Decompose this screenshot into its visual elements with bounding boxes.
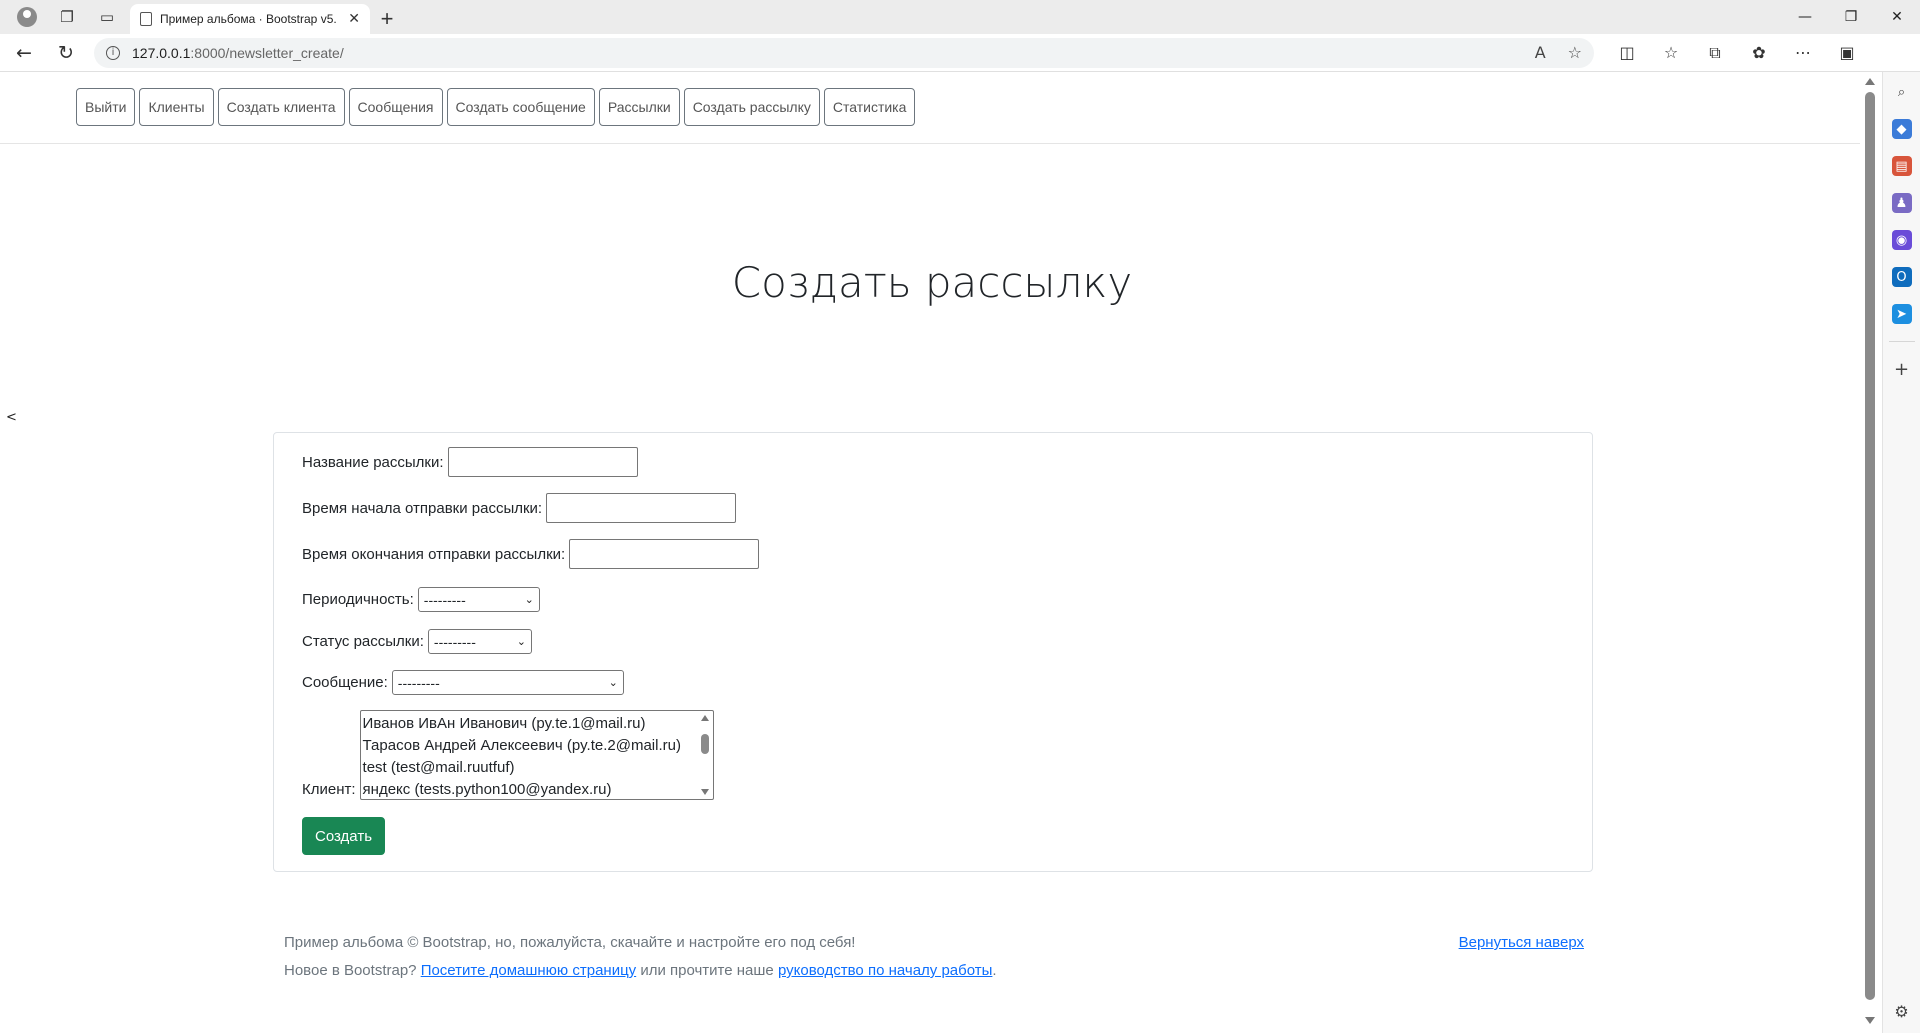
favorites-icon[interactable]: ☆ [1656, 43, 1686, 63]
footer-suffix: . [992, 962, 997, 979]
browser-tab-active[interactable]: Пример альбома · Bootstrap v5. ✕ [130, 4, 370, 34]
address-bar: ← ↻ i 127.0.0.1:8000/newsletter_create/ … [0, 34, 1920, 72]
workspaces-icon[interactable]: ❐ [50, 2, 84, 32]
page-content: Выйти Клиенты Создать клиента Сообщения … [0, 72, 1860, 1033]
outlook-icon[interactable]: O [1891, 267, 1912, 287]
chevron-down-icon: ⌄ [516, 635, 526, 648]
client-option[interactable]: Тарасов Андрей Алексеевич (py.te.2@mail.… [363, 735, 713, 757]
client-option[interactable]: Иванов ИвАн Иванович (py.te.1@mail.ru) [363, 713, 713, 735]
shopping-tag-icon[interactable]: ◆ [1891, 119, 1912, 139]
client-label: Клиент: [302, 781, 356, 798]
scroll-thumb[interactable] [700, 734, 709, 754]
create-button[interactable]: Создать [302, 817, 386, 855]
nav-create-newsletter-button[interactable]: Создать рассылку [683, 88, 820, 126]
url-host: 127.0.0.1 [132, 44, 191, 61]
top-navigation: Выйти Клиенты Создать клиента Сообщения … [0, 72, 1860, 144]
read-aloud-icon[interactable]: A [1535, 43, 1546, 62]
end-time-label: Время окончания отправки рассылки: [302, 545, 566, 563]
tools-icon[interactable]: ▤ [1891, 156, 1912, 176]
profile-icon[interactable] [10, 2, 44, 32]
nav-statistics-button[interactable]: Статистика [823, 88, 916, 126]
scroll-up-icon[interactable] [1865, 78, 1875, 85]
period-row: Периодичность: --------- ⌄ [302, 587, 540, 612]
site-info-icon[interactable]: i [106, 45, 120, 60]
scroll-down-icon[interactable] [1865, 1017, 1875, 1024]
nav-messages-button[interactable]: Сообщения [348, 88, 443, 126]
name-input[interactable] [447, 447, 638, 477]
footer-line-2: Новое в Bootstrap? Посетите домашнюю стр… [284, 962, 997, 979]
chevron-down-icon: ⌄ [608, 676, 618, 689]
sidebar-toggle-icon[interactable]: ▣ [1832, 43, 1862, 63]
client-option[interactable]: test (test@mail.ruutfuf) [363, 757, 713, 779]
period-label: Периодичность: [302, 591, 414, 608]
sidebar-divider [1888, 341, 1915, 342]
close-tab-icon[interactable]: ✕ [348, 11, 360, 27]
end-time-row: Время окончания отправки рассылки: [302, 539, 760, 569]
url-path: :8000/newsletter_create/ [190, 44, 344, 61]
start-time-label: Время начала отправки рассылки: [302, 499, 543, 517]
period-select[interactable]: --------- ⌄ [417, 587, 540, 612]
games-icon[interactable]: ♟ [1891, 193, 1912, 213]
status-select-value: --------- [433, 633, 476, 650]
more-menu-icon[interactable]: ⋯ [1788, 43, 1818, 63]
minimize-icon[interactable]: — [1782, 0, 1828, 34]
name-label: Название рассылки: [302, 453, 444, 471]
close-window-icon[interactable]: ✕ [1874, 0, 1920, 34]
url-field[interactable]: i 127.0.0.1:8000/newsletter_create/ A ☆ [94, 37, 1594, 68]
nav-clients-button[interactable]: Клиенты [139, 88, 214, 126]
getting-started-link[interactable]: руководство по началу работы [778, 962, 992, 979]
footer-prefix: Новое в Bootstrap? [284, 962, 421, 979]
message-select-value: --------- [397, 674, 440, 691]
page-title: Создать рассылку [731, 258, 1133, 307]
status-select[interactable]: --------- ⌄ [427, 629, 532, 654]
status-row: Статус рассылки: --------- ⌄ [302, 629, 532, 654]
client-multiselect[interactable]: Иванов ИвАн Иванович (py.te.1@mail.ru) Т… [359, 710, 714, 801]
client-list-scrollbar[interactable] [698, 712, 712, 798]
nav-logout-button[interactable]: Выйти [76, 88, 136, 126]
favorite-star-icon[interactable]: ☆ [1568, 43, 1582, 62]
period-select-value: --------- [423, 591, 466, 608]
tab-title: Пример альбома · Bootstrap v5. [160, 12, 337, 26]
footer-text: Пример альбома © Bootstrap, но, пожалуйс… [284, 934, 856, 951]
footer-middle: или прочтите наше [636, 962, 778, 979]
client-option[interactable]: яндекс (tests.python100@yandex.ru) [363, 779, 713, 801]
browser-tab-bar: ❐ ▭ Пример альбома · Bootstrap v5. ✕ + —… [0, 0, 1920, 34]
back-to-top-link[interactable]: Вернуться наверх [1459, 934, 1584, 951]
homepage-link[interactable]: Посетите домашнюю страницу [421, 962, 636, 979]
name-row: Название рассылки: [302, 447, 638, 477]
client-row: Клиент: Иванов ИвАн Иванович (py.te.1@ma… [302, 710, 714, 800]
add-icon[interactable]: + [1892, 359, 1912, 380]
nav-create-message-button[interactable]: Создать сообщение [446, 88, 595, 126]
collections-icon[interactable]: ⧉ [1700, 43, 1730, 63]
scroll-thumb[interactable] [1865, 92, 1875, 1000]
edge-sidebar: ⌕ ◆ ▤ ♟ ◉ O ➤ + ⚙ [1882, 72, 1920, 1033]
collapse-arrow-icon[interactable]: < [6, 410, 17, 425]
page-scrollbar[interactable] [1862, 78, 1878, 1024]
status-label: Статус рассылки: [302, 633, 424, 650]
reload-icon[interactable]: ↻ [48, 37, 84, 69]
extensions-icon[interactable]: ✿ [1744, 43, 1774, 63]
message-row: Сообщение: --------- ⌄ [302, 670, 624, 695]
send-icon[interactable]: ➤ [1891, 304, 1912, 324]
scroll-down-icon[interactable] [700, 789, 709, 795]
newsletter-form: Название рассылки: Время начала отправки… [273, 432, 1593, 872]
settings-gear-icon[interactable]: ⚙ [1892, 1001, 1912, 1021]
new-tab-button[interactable]: + [370, 4, 404, 34]
search-icon[interactable]: ⌕ [1892, 82, 1912, 102]
message-select[interactable]: --------- ⌄ [391, 670, 624, 695]
office-icon[interactable]: ◉ [1891, 230, 1912, 250]
split-screen-icon[interactable]: ◫ [1612, 43, 1642, 63]
message-label: Сообщение: [302, 674, 388, 691]
page-icon [140, 12, 152, 26]
back-icon[interactable]: ← [6, 37, 42, 69]
end-time-input[interactable] [569, 539, 760, 569]
chevron-down-icon: ⌄ [524, 593, 534, 606]
restore-icon[interactable]: ❐ [1828, 0, 1874, 34]
nav-create-client-button[interactable]: Создать клиента [217, 88, 345, 126]
start-time-row: Время начала отправки рассылки: [302, 493, 737, 523]
start-time-input[interactable] [546, 493, 737, 523]
nav-newsletters-button[interactable]: Рассылки [598, 88, 680, 126]
tab-actions-icon[interactable]: ▭ [90, 2, 124, 32]
scroll-up-icon[interactable] [700, 715, 709, 721]
